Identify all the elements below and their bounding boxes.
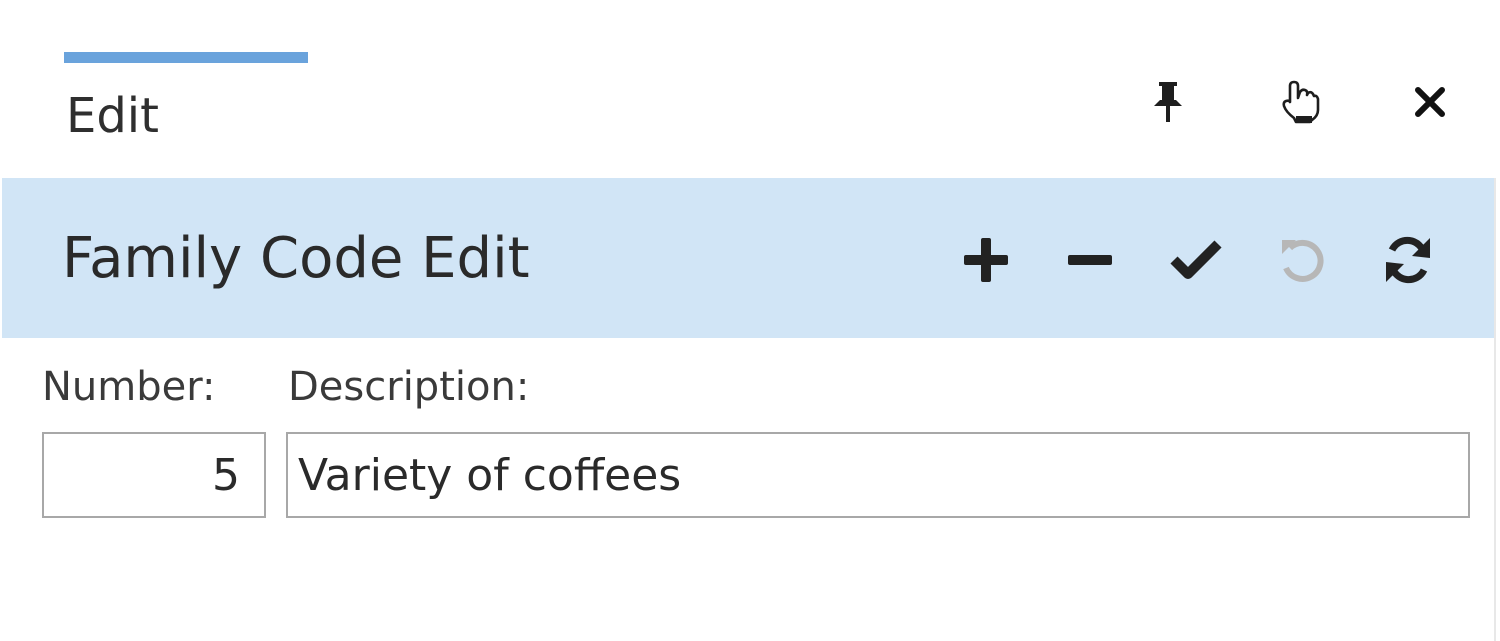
panel-border xyxy=(1494,178,1496,641)
description-label: Description: xyxy=(288,364,530,410)
plus-icon xyxy=(960,234,1012,286)
refresh-button[interactable] xyxy=(1376,228,1440,292)
hand-pointer-button[interactable] xyxy=(1272,74,1328,130)
check-icon xyxy=(1168,234,1224,286)
minus-icon xyxy=(1064,234,1116,286)
page-title: Family Code Edit xyxy=(62,226,530,291)
description-field[interactable] xyxy=(286,432,1470,518)
undo-button[interactable] xyxy=(1270,228,1334,292)
tab-label: Edit xyxy=(66,88,159,144)
close-button[interactable] xyxy=(1402,74,1458,130)
number-field[interactable] xyxy=(42,432,266,518)
remove-button[interactable] xyxy=(1058,228,1122,292)
number-label: Number: xyxy=(42,364,216,410)
tab-active-indicator xyxy=(64,52,308,63)
pin-button[interactable] xyxy=(1140,74,1196,130)
save-button[interactable] xyxy=(1164,228,1228,292)
add-button[interactable] xyxy=(954,228,1018,292)
close-icon xyxy=(1413,85,1447,119)
tab-edit[interactable]: Edit xyxy=(64,52,308,152)
form-header: Family Code Edit xyxy=(2,178,1496,338)
pin-icon xyxy=(1150,80,1186,124)
hand-pointer-icon xyxy=(1278,78,1322,126)
refresh-icon xyxy=(1380,232,1436,288)
edit-panel: Edit Family Code Edit Number: Descriptio… xyxy=(0,0,1500,641)
undo-icon xyxy=(1276,234,1328,286)
